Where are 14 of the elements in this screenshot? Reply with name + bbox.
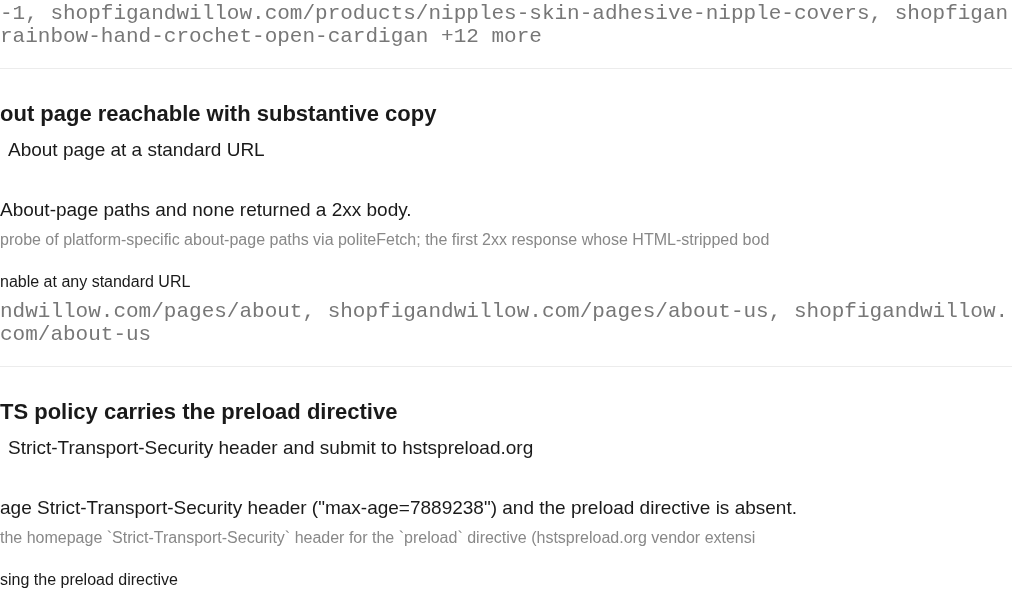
finding-text: age Strict-Transport-Security header ("max-age=7889238") and the preload directive is absent. [0, 497, 797, 519]
recommendation-text: About page at a standard URL [8, 139, 265, 161]
method-text: probe of platform-specific about-page paths via politeFetch; the first 2xx response whose HTML-stripped bod [0, 230, 770, 250]
evidence-url-line: rainbow-hand-crochet-open-cardigan +12 more [0, 25, 542, 48]
evidence-label: nable at any standard URL [0, 272, 191, 292]
recommendation-text: Strict-Transport-Security header and submit to hstspreload.org [8, 437, 534, 459]
evidence-url-line: -1, shopfigandwillow.com/products/nipples-skin-adhesive-nipple-covers, shopfigan [0, 2, 1009, 25]
evidence-url-line: com/about-us [0, 323, 152, 346]
evidence-label: sing the preload directive [0, 570, 178, 590]
finding-text: About-page paths and none returned a 2xx body. [0, 199, 412, 221]
method-text: the homepage `Strict-Transport-Security` header for the `preload` directive (hstspreload.org vendor extensi [0, 528, 756, 548]
check-title: TS policy carries the preload directive [0, 399, 398, 425]
check-title: out page reachable with substantive copy [0, 101, 437, 127]
evidence-url-line: ndwillow.com/pages/about, shopfigandwillow.com/pages/about-us, shopfigandwillow. [0, 300, 1009, 323]
